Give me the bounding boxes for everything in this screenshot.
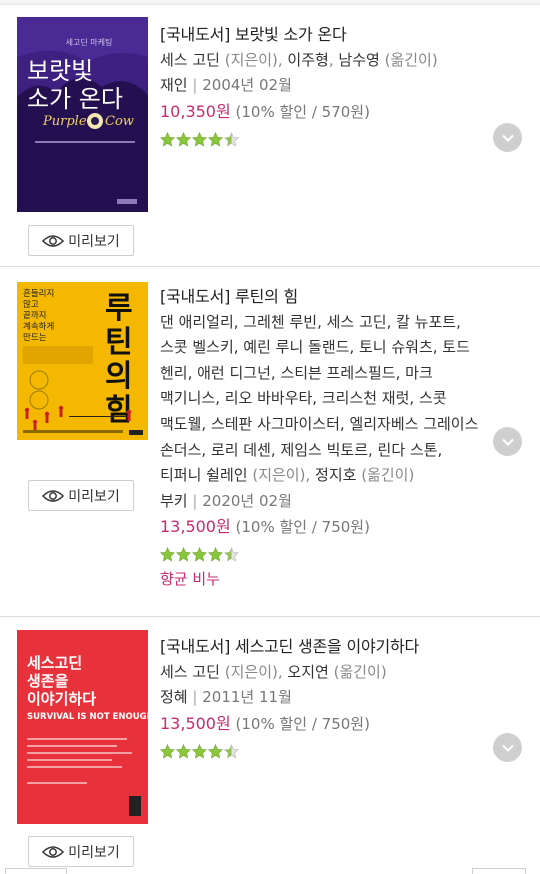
cover-kicker-3: 끝까지: [23, 311, 46, 321]
author-role: (옮긴이): [384, 50, 438, 69]
cover-title-line1: 세스고딘: [27, 654, 82, 672]
cover-title-line3: 이야기하다: [27, 690, 96, 708]
cover-kicker-2: 않고: [23, 300, 39, 310]
cover-kicker-1: 흔들리지: [23, 288, 54, 299]
eye-icon: [42, 845, 65, 858]
book-pubinfo: 재인 | 2004년 02월: [160, 76, 292, 95]
eye-icon: [42, 489, 65, 502]
author-role: (지은이): [224, 50, 278, 69]
publisher-link[interactable]: 정혜: [160, 688, 188, 706]
translator-role: (옮긴이): [333, 662, 387, 681]
book-cover-survival[interactable]: 세스고딘 생존을 이야기하다 SURVIVAL IS NOT ENOUGH: [17, 630, 148, 824]
cover-art: 흔들리지 않고 끝까지 계속하게 만드는 루 틴 의 힘: [17, 282, 148, 440]
expand-chevron-button[interactable]: [493, 733, 522, 762]
author-link[interactable]: 세스 고딘: [160, 51, 220, 69]
preview-button[interactable]: 미리보기: [28, 836, 134, 867]
item-divider: [0, 616, 540, 617]
star-icon: [208, 547, 223, 562]
star-icon: [208, 743, 223, 759]
star-icon: [176, 547, 191, 562]
discount: (10% 할인 / 570원): [235, 102, 370, 121]
chevron-down-icon: [501, 438, 514, 446]
cover-kicker-5: 만드는: [23, 333, 47, 343]
expand-chevron-button[interactable]: [493, 123, 522, 152]
price: 13,500원: [160, 517, 231, 537]
pub-date: 2011년 11월: [202, 688, 292, 707]
translator-link[interactable]: 오지연: [287, 663, 328, 681]
top-divider: [0, 0, 540, 5]
book-cover-routine[interactable]: 흔들리지 않고 끝까지 계속하게 만드는 루 틴 의 힘: [17, 282, 148, 440]
cover-title-line2: 생존을: [27, 672, 69, 690]
author-role: (지은이),: [224, 662, 283, 681]
book-price-row: 13,500원 (10% 할인 / 750원): [160, 711, 490, 738]
author-list[interactable]: 댄 애리얼리, 그레첸 루빈, 세스 고딘, 칼 뉴포트, 스콧 벨스키, 예린…: [160, 313, 478, 485]
author-role: (지은이),: [252, 466, 311, 485]
translator-link[interactable]: 정지호: [315, 466, 356, 484]
cover-title-2: 틴: [105, 325, 133, 360]
author-link[interactable]: 세스 고딘: [160, 663, 220, 681]
pub-date: 2020년 02월: [202, 491, 292, 510]
cover-art: 세스고딘 생존을 이야기하다 SURVIVAL IS NOT ENOUGH: [17, 630, 148, 824]
star-icon: [192, 131, 207, 147]
expand-chevron-button[interactable]: [493, 427, 522, 456]
star-icon: [176, 131, 191, 147]
star-half-icon: [224, 547, 239, 562]
discount: (10% 할인 / 750원): [235, 518, 370, 537]
price: 13,500원: [160, 713, 231, 733]
cover-kicker-4: 계속하게: [23, 321, 54, 332]
rating-stars: [160, 545, 486, 565]
book-authors: 세스 고딘 (지은이), 오지연 (옮긴이): [160, 660, 490, 686]
eye-icon: [42, 234, 65, 247]
book-cover-purple-cow[interactable]: 세고딘 마케팅 보랏빛 소가 온다 Purple Cow: [17, 17, 148, 212]
book-title[interactable]: [국내도서] 루틴의 힘: [160, 284, 486, 310]
book-authors: 댄 애리얼리, 그레첸 루빈, 세스 고딘, 칼 뉴포트, 스콧 벨스키, 예린…: [160, 310, 486, 489]
author-link[interactable]: 남수영: [338, 51, 379, 69]
cover-kicker: 세고딘 마케팅: [66, 37, 113, 47]
book-price-row: 13,500원 (10% 할인 / 750원): [160, 514, 486, 541]
bottom-partial-button[interactable]: [5, 868, 67, 874]
cover-subtitle: SURVIVAL IS NOT ENOUGH: [27, 712, 148, 722]
rating-stars: [160, 129, 490, 149]
book-pubinfo: 정혜 | 2011년 11월: [160, 688, 292, 707]
book-title[interactable]: [국내도서] 세스고딘 생존을 이야기하다: [160, 634, 490, 660]
item-divider: [0, 266, 540, 267]
tag-link[interactable]: 향균 비누: [160, 567, 486, 593]
discount: (10% 할인 / 750원): [235, 714, 370, 733]
preview-label: 미리보기: [68, 233, 120, 250]
preview-button[interactable]: 미리보기: [28, 225, 134, 256]
cover-title-3: 의: [105, 359, 133, 394]
pub-date: 2004년 02월: [202, 76, 292, 95]
preview-button[interactable]: 미리보기: [28, 480, 134, 511]
cover-art: 세고딘 마케팅 보랏빛 소가 온다 Purple Cow: [17, 17, 148, 212]
cover-title-1: 루: [105, 291, 133, 326]
star-icon: [192, 547, 207, 562]
publisher-link[interactable]: 재인: [160, 76, 188, 94]
cover-title-line2: 소가 온다: [27, 85, 123, 113]
publisher-link[interactable]: 부키: [160, 492, 188, 510]
translator-role: (옮긴이): [361, 466, 415, 485]
price: 10,350원: [160, 101, 231, 121]
author-link[interactable]: 이주형: [287, 51, 328, 69]
bottom-partial-button[interactable]: [472, 868, 526, 874]
cover-subtitle-cow: Cow: [105, 114, 134, 129]
book-title[interactable]: [국내도서] 보랏빛 소가 온다: [160, 22, 490, 48]
book-pubinfo: 부키 | 2020년 02월: [160, 491, 292, 510]
cover-title-line1: 보랏빛: [27, 57, 93, 85]
star-icon: [160, 743, 175, 759]
star-icon: [160, 131, 175, 147]
star-icon: [192, 743, 207, 759]
chevron-down-icon: [501, 744, 514, 752]
preview-label: 미리보기: [68, 488, 120, 505]
book-authors: 세스 고딘 (지은이), 이주형, 남수영 (옮긴이): [160, 50, 438, 69]
book-price-row: 10,350원 (10% 할인 / 570원): [160, 99, 490, 126]
star-icon: [160, 547, 175, 562]
star-half-icon: [224, 131, 239, 147]
cover-subtitle-purple: Purple: [42, 114, 87, 129]
chevron-down-icon: [501, 134, 514, 142]
preview-label: 미리보기: [68, 844, 120, 861]
star-icon: [208, 131, 223, 147]
star-half-icon: [224, 743, 239, 759]
rating-stars: [160, 741, 490, 761]
star-icon: [176, 743, 191, 759]
